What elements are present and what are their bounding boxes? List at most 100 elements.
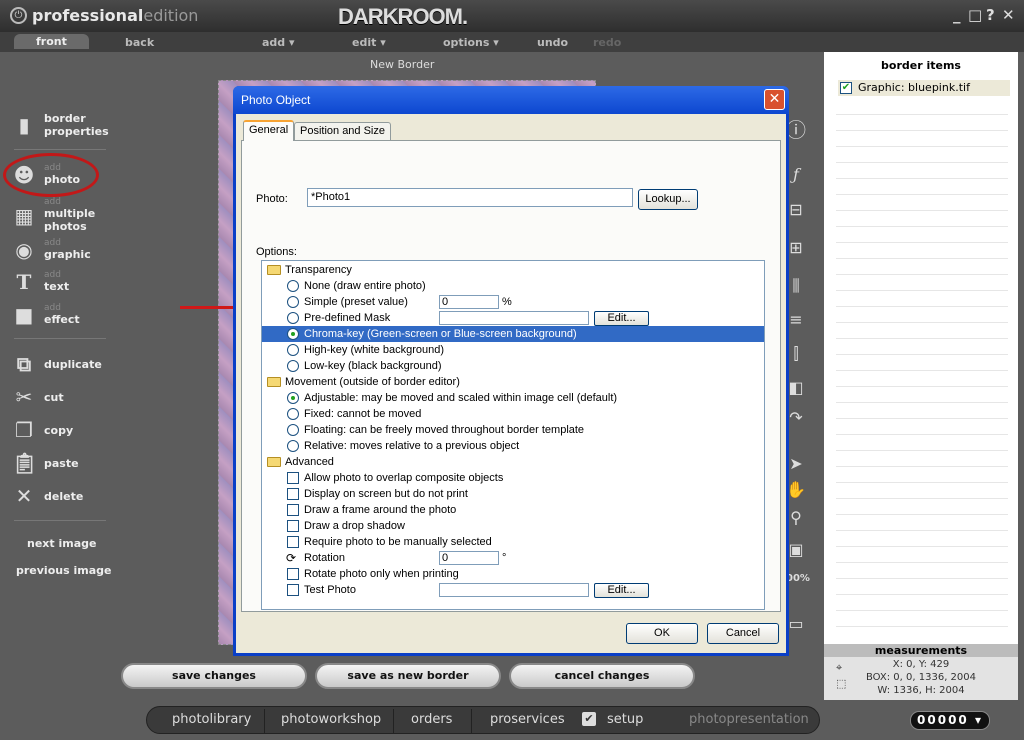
- order-counter[interactable]: 00000 ▾: [910, 711, 990, 730]
- cancel-changes-button[interactable]: cancel changes: [509, 663, 695, 689]
- dialog-close-button[interactable]: ✕: [764, 89, 785, 110]
- photo-field[interactable]: *Photo1: [307, 188, 633, 207]
- align-center-icon[interactable]: ⫼: [786, 276, 806, 296]
- test-photo-edit-button[interactable]: Edit...: [594, 583, 649, 598]
- radio-simple[interactable]: [287, 296, 299, 308]
- nav-photoworkshop[interactable]: photoworkshop: [281, 712, 381, 727]
- info-icon[interactable]: ⓘ: [786, 114, 806, 143]
- list-item[interactable]: High-key (white background): [262, 342, 764, 358]
- list-item[interactable]: Chroma-key (Green-screen or Blue-screen …: [262, 326, 764, 342]
- list-item[interactable]: ⟳ Rotation 0 °: [262, 550, 764, 566]
- mask-input[interactable]: [439, 311, 589, 325]
- menu-back[interactable]: back: [125, 36, 154, 49]
- sidebar-border-properties[interactable]: ▮ border properties: [12, 112, 108, 138]
- radio-predefined-mask[interactable]: [287, 312, 299, 324]
- test-photo-input[interactable]: [439, 583, 589, 597]
- tab-position-size[interactable]: Position and Size: [294, 122, 391, 140]
- radio-fixed[interactable]: [287, 408, 299, 420]
- list-item[interactable]: Floating: can be freely moved throughout…: [262, 422, 764, 438]
- sidebar-add-graphic[interactable]: ◉ add graphic: [12, 238, 90, 262]
- radio-chroma-key[interactable]: [287, 328, 299, 340]
- distribute-icon[interactable]: ≡: [786, 310, 806, 329]
- border-item[interactable]: ✔ Graphic: bluepink.tif: [838, 80, 1010, 96]
- fit-icon[interactable]: ▣: [786, 540, 806, 559]
- ok-button[interactable]: OK: [626, 623, 698, 644]
- distribute-vertical-icon[interactable]: ⫿: [786, 344, 806, 364]
- radio-relative[interactable]: [287, 440, 299, 452]
- tab-general[interactable]: General: [243, 120, 295, 141]
- list-item[interactable]: Draw a drop shadow: [262, 518, 764, 534]
- list-item[interactable]: Simple (preset value) 0%: [262, 294, 764, 310]
- list-item[interactable]: Pre-defined Mask Edit...: [262, 310, 764, 326]
- sidebar-duplicate[interactable]: ⧉ duplicate: [12, 352, 102, 376]
- pointer-icon[interactable]: ➤: [786, 454, 806, 473]
- list-item[interactable]: Display on screen but do not print: [262, 486, 764, 502]
- thumbnail-icon[interactable]: ▭: [786, 614, 806, 633]
- maximize-button[interactable]: □: [968, 6, 982, 24]
- radio-high-key[interactable]: [287, 344, 299, 356]
- sidebar-copy[interactable]: ❐ copy: [12, 418, 73, 442]
- checkbox-allow-overlap[interactable]: [287, 472, 299, 484]
- list-item[interactable]: None (draw entire photo): [262, 278, 764, 294]
- checkbox-draw-frame[interactable]: [287, 504, 299, 516]
- list-item[interactable]: Test Photo Edit...: [262, 582, 764, 598]
- save-changes-button[interactable]: save changes: [121, 663, 307, 689]
- radio-floating[interactable]: [287, 424, 299, 436]
- sidebar-paste[interactable]: 📋︎ paste: [12, 451, 79, 475]
- align-middle-icon[interactable]: ⊞: [786, 238, 806, 257]
- list-item[interactable]: Rotate photo only when printing: [262, 566, 764, 582]
- zoom-level[interactable]: 00%: [786, 573, 810, 584]
- menu-undo[interactable]: undo: [537, 36, 568, 49]
- list-item[interactable]: Adjustable: may be moved and scaled with…: [262, 390, 764, 406]
- redo-arrow-icon[interactable]: ↷: [786, 408, 806, 427]
- layer-icon[interactable]: ◧: [786, 378, 806, 397]
- list-item[interactable]: Allow photo to overlap composite objects: [262, 470, 764, 486]
- close-app-button[interactable]: ✕: [1002, 6, 1015, 24]
- checkbox-rotate-printing[interactable]: [287, 568, 299, 580]
- sidebar-add-text[interactable]: Tadd text: [12, 270, 70, 294]
- menu-front[interactable]: front: [14, 34, 89, 49]
- save-as-new-border-button[interactable]: save as new border: [315, 663, 501, 689]
- radio-low-key[interactable]: [287, 360, 299, 372]
- sidebar-delete[interactable]: ✕ delete: [12, 484, 84, 508]
- menu-options[interactable]: options ▾: [443, 36, 499, 49]
- check-icon[interactable]: ✔: [840, 82, 852, 94]
- list-item[interactable]: Draw a frame around the photo: [262, 502, 764, 518]
- hand-icon[interactable]: ✋: [786, 480, 806, 499]
- list-item[interactable]: Fixed: cannot be moved: [262, 406, 764, 422]
- setup-check-icon[interactable]: ✔: [582, 712, 596, 726]
- minimize-button[interactable]: _: [953, 6, 961, 24]
- list-item[interactable]: Require photo to be manually selected: [262, 534, 764, 550]
- nav-proservices[interactable]: proservices: [490, 712, 565, 727]
- cancel-button[interactable]: Cancel: [707, 623, 779, 644]
- checkbox-display-no-print[interactable]: [287, 488, 299, 500]
- mask-edit-button[interactable]: Edit...: [594, 311, 649, 326]
- radio-adjustable[interactable]: [287, 392, 299, 404]
- nav-setup[interactable]: setup: [607, 712, 643, 727]
- checkbox-drop-shadow[interactable]: [287, 520, 299, 532]
- font-icon[interactable]: ƒ: [786, 165, 806, 184]
- menu-redo[interactable]: redo: [593, 36, 621, 49]
- simple-value-input[interactable]: 0: [439, 295, 499, 309]
- sidebar-add-multiple-photos[interactable]: ▦ add multiple photos: [12, 198, 96, 234]
- checkbox-manually-selected[interactable]: [287, 536, 299, 548]
- nav-photopresentation[interactable]: photopresentation: [689, 712, 809, 727]
- previous-image-link[interactable]: previous image: [16, 564, 111, 577]
- menu-edit[interactable]: edit ▾: [352, 36, 386, 49]
- lookup-button[interactable]: Lookup...: [638, 189, 698, 210]
- nav-photolibrary[interactable]: photolibrary: [172, 712, 251, 727]
- sidebar-cut[interactable]: ✂ cut: [12, 385, 64, 409]
- zoom-icon[interactable]: ⚲: [786, 508, 806, 527]
- nav-orders[interactable]: orders: [411, 712, 452, 727]
- rotation-input[interactable]: 0: [439, 551, 499, 565]
- radio-none[interactable]: [287, 280, 299, 292]
- next-image-link[interactable]: next image: [27, 537, 96, 550]
- checkbox-test-photo[interactable]: [287, 584, 299, 596]
- align-top-icon[interactable]: ⊟: [786, 200, 806, 219]
- sidebar-add-effect[interactable]: ■ add effect: [12, 303, 80, 327]
- power-icon[interactable]: ⏻: [10, 7, 27, 24]
- list-item[interactable]: Relative: moves relative to a previous o…: [262, 438, 764, 454]
- menu-add[interactable]: add ▾: [262, 36, 295, 49]
- help-button[interactable]: ?: [986, 6, 995, 24]
- list-item[interactable]: Low-key (black background): [262, 358, 764, 374]
